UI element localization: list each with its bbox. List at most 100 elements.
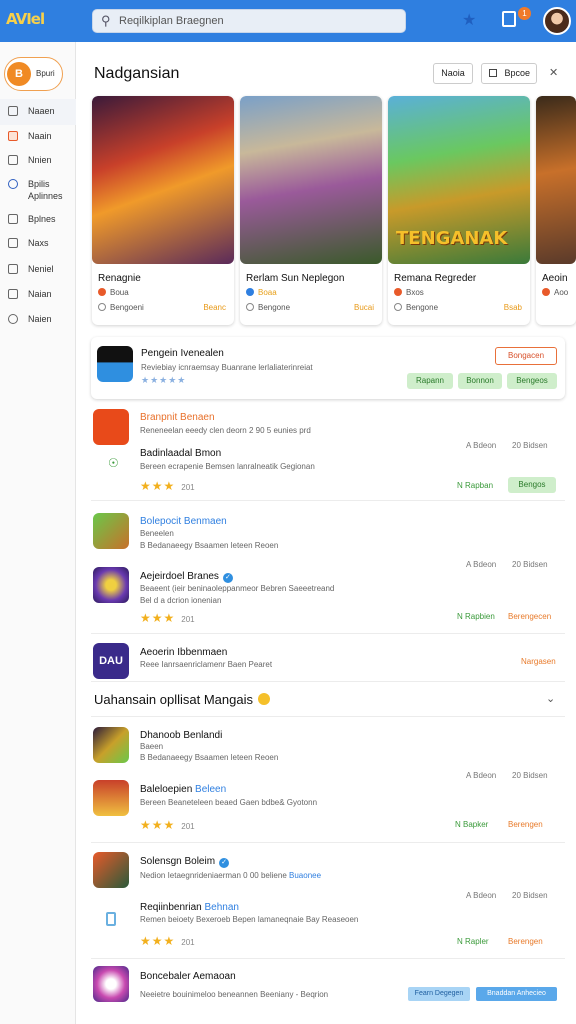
card-meta: Boaa <box>246 288 277 297</box>
list-item-button[interactable]: Fearn Degegen <box>408 987 470 1001</box>
page-title: Nadgansian <box>94 65 180 82</box>
list-item-meta: A Bdeon <box>466 771 497 780</box>
card-title: Remana Regreder <box>394 273 477 284</box>
dot-icon <box>394 288 402 296</box>
divider <box>91 842 565 843</box>
rating-count: 201 <box>181 615 195 624</box>
list-item-title[interactable]: Aeoerin Ibbenmaen <box>140 647 227 658</box>
list-item-title[interactable]: Baleloepien Beleen <box>140 784 226 795</box>
help-icon <box>8 314 18 324</box>
list-item-title[interactable]: Bolepocit Benmaen <box>140 516 227 527</box>
search-input[interactable]: ⚲ Reqilkiplan Braegnen <box>92 9 406 33</box>
list-item-title[interactable]: Branpnit Benaen <box>140 412 215 423</box>
list-item-title[interactable]: Reqiinbenrian Behnan <box>140 902 239 913</box>
list-item-title[interactable]: Dhanoob Benlandi <box>140 730 222 741</box>
star-icon[interactable]: ★ <box>462 10 476 30</box>
list-item-link[interactable]: Nargasen <box>521 657 556 666</box>
list-item-description: Baeen <box>140 742 164 751</box>
card-title: Renagnie <box>98 273 141 284</box>
bag-icon[interactable] <box>502 11 516 27</box>
divider <box>91 500 565 501</box>
list-item-description: Reneneelan eeedy clen deorn 2 90 5 eunie… <box>140 426 311 435</box>
divider <box>91 633 565 634</box>
card-publisher-text: Bengoeni <box>110 303 144 312</box>
rating-count: 201 <box>181 938 195 947</box>
list-item-meta: 20 Bidsen <box>512 771 548 780</box>
card-meta-text: Boua <box>110 288 129 297</box>
list-item-meta: 20 Bidsen <box>512 560 548 569</box>
list-item-link[interactable]: N Rapban <box>457 481 493 490</box>
list-item-description: Bereen ecrapenie Bemsen lanralneatik Geg… <box>140 462 315 471</box>
search-icon: ⚲ <box>101 13 111 28</box>
app-icon <box>93 780 129 816</box>
promo-button-2[interactable]: Bonnon <box>458 373 502 389</box>
list-item-title[interactable]: Boncebaler Aemaoan <box>140 971 236 982</box>
promo-button-1[interactable]: Rapann <box>407 373 453 389</box>
card-title: Rerlam Sun Neplegon <box>246 273 345 284</box>
close-icon[interactable]: ✕ <box>549 66 558 79</box>
list-item-description: Nedion Ietaegnrideniaerman 0 00 beliene … <box>140 871 321 880</box>
divider <box>91 958 565 959</box>
list-item-rating: ★★★ 201 <box>140 479 195 493</box>
list-item-button[interactable]: Bnaddan Anhecieo <box>476 987 557 1001</box>
featured-card-3[interactable]: TENGANAK Remana Regreder Bxos Bengone Bs… <box>388 96 530 325</box>
card-meta: Bxos <box>394 288 424 297</box>
promo-card[interactable]: Pengein Ivenealen Reviebiay icnraemsay B… <box>91 337 565 399</box>
promo-description: Reviebiay icnraemsay Buanrane lerlaliate… <box>141 363 313 372</box>
globe-icon <box>98 303 106 311</box>
app-icon <box>93 409 129 445</box>
list-item-title-text: Badinlaadal Bmon <box>140 448 222 459</box>
sidebar-item-label: Naaen <box>28 106 55 116</box>
app-icon <box>93 513 129 549</box>
phone-icon <box>106 912 116 926</box>
book-icon <box>8 214 18 224</box>
app-icon <box>93 567 129 603</box>
list-item-title[interactable]: Aejeirdoel Branes ✓ <box>140 571 233 583</box>
featured-card-1[interactable]: Renagnie Boua Bengoeni Beanc <box>92 96 234 325</box>
list-item-title[interactable]: Badinlaadal Bmon <box>140 448 221 459</box>
card-publisher-text: Bengone <box>258 303 291 312</box>
home-button[interactable]: Naoia <box>433 63 473 84</box>
card-title: Aeoin <box>542 273 568 284</box>
game-logo-text: TENGANAK <box>396 228 508 249</box>
list-item-link[interactable]: Berengen <box>508 820 543 829</box>
list-item-description: Beneelen <box>140 529 174 538</box>
sidebar-item-label: Naien <box>28 314 52 324</box>
promo-outline-button[interactable]: Bongacen <box>495 347 557 365</box>
app-icon <box>93 727 129 763</box>
list-item-link[interactable]: Berengecen <box>508 612 551 621</box>
list-item-link[interactable]: N Rapler <box>457 937 489 946</box>
list-item-link[interactable]: N Bapker <box>455 820 488 829</box>
options-button[interactable]: Bpcoe <box>481 63 537 84</box>
list-item-link[interactable]: N Rapbien <box>457 612 495 621</box>
dot-icon <box>542 288 550 296</box>
card-publisher-text: Bengone <box>406 303 439 312</box>
profile-label: Bpuri <box>36 69 55 78</box>
app-logo[interactable]: AVIel <box>6 10 45 28</box>
list-item-title-text: Aejeirdoel Branes <box>140 571 219 582</box>
sidebar-item-label: Naain <box>28 131 52 141</box>
list-item-meta: 20 Bidsen <box>512 891 548 900</box>
promo-rating: ★★★★★ <box>141 375 187 385</box>
sidebar-profile-pill[interactable]: B Bpuri <box>4 57 63 91</box>
divider <box>91 716 565 717</box>
list-item-button[interactable]: Bengos <box>508 477 556 493</box>
list-item-description: Reee Ianrsaenriclamenr Baen Pearet <box>140 660 273 669</box>
featured-card-2[interactable]: Rerlam Sun Neplegon Boaa Bengone Bucai <box>240 96 382 325</box>
list-item-title-text: Solensgn Boleim <box>140 856 216 867</box>
chevron-down-icon[interactable]: ⌄ <box>546 692 555 705</box>
card-price: Bucai <box>353 303 374 312</box>
sidebar: B Bpuri Naaen Naain Nnien Bpilis Aplinne… <box>0 42 76 1024</box>
list-item-description: Remen beioety Bexeroeb Bepen lamaneqnaie… <box>140 915 359 924</box>
sidebar-item-label: Naian <box>28 289 52 299</box>
avatar[interactable] <box>543 7 571 35</box>
list-item-title[interactable]: Solensgn Boleim ✓ <box>140 856 230 868</box>
sidebar-item-label: Bpilis <box>28 179 50 189</box>
top-bar: AVIel ⚲ Reqilkiplan Braegnen ★ 1 <box>0 0 576 42</box>
app-icon: DAU <box>93 643 129 679</box>
featured-card-4[interactable]: Aeoin Aoo <box>536 96 576 325</box>
card-meta: Aoo <box>542 288 568 297</box>
chart-icon <box>8 264 18 274</box>
promo-button-3[interactable]: Bengeos <box>507 373 557 389</box>
list-item-link[interactable]: Berengen <box>508 937 543 946</box>
